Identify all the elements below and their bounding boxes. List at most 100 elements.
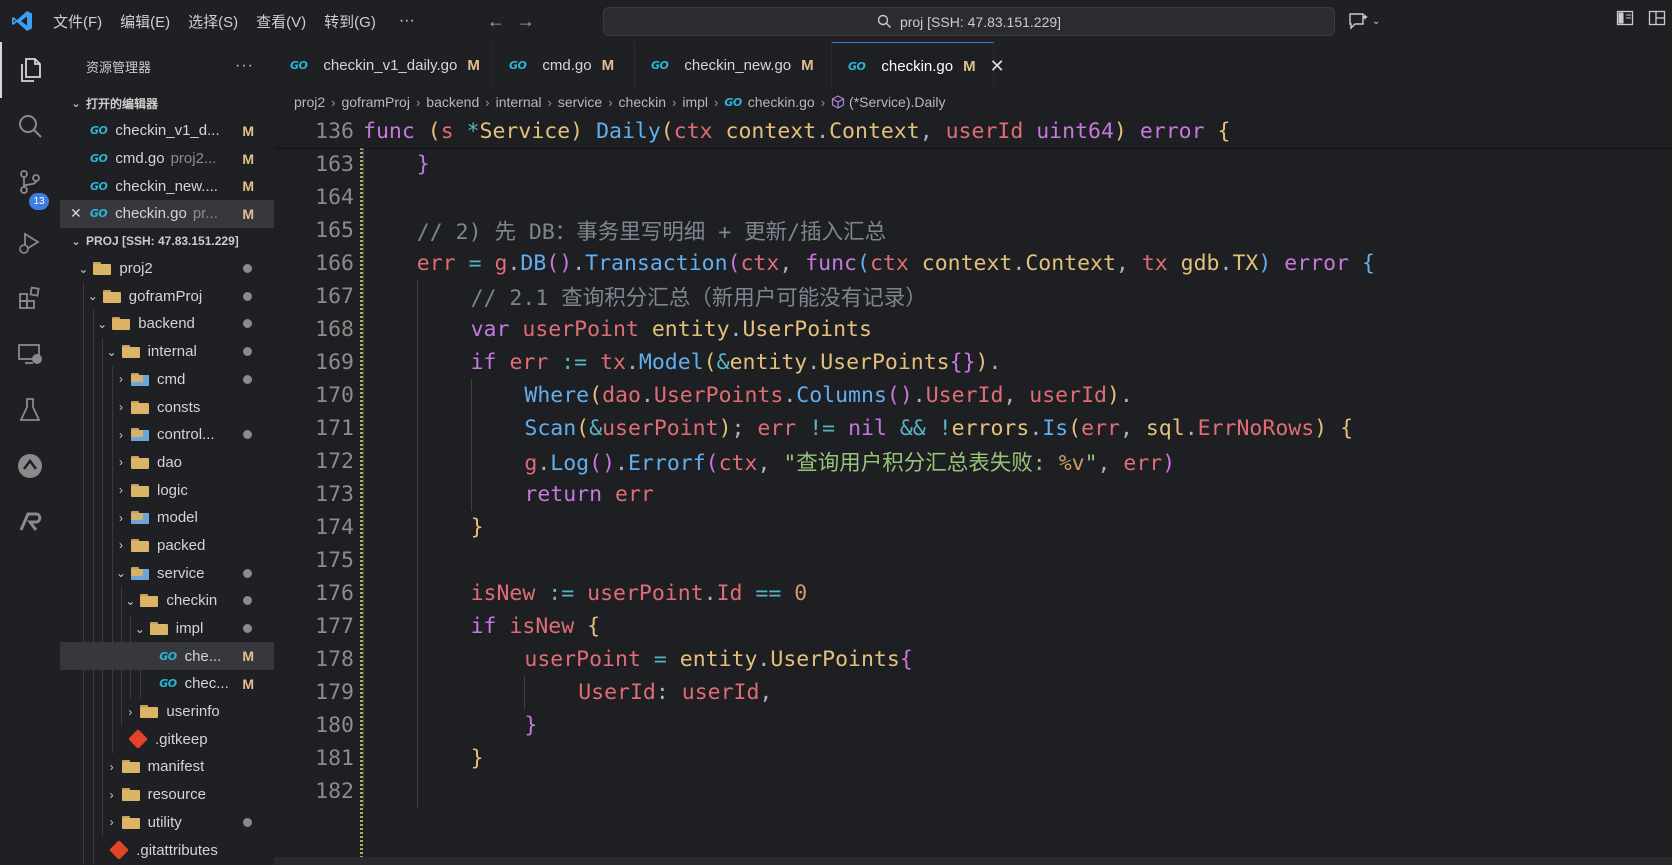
testing-flask-icon[interactable] bbox=[0, 382, 60, 438]
code-token: . bbox=[988, 350, 1002, 375]
tree-item[interactable]: › cmd bbox=[60, 365, 274, 394]
tree-item[interactable]: › dao bbox=[60, 448, 274, 477]
breadcrumb-item[interactable]: backend bbox=[426, 94, 479, 110]
code-token: . bbox=[783, 383, 797, 408]
tab-cmd-go[interactable]: GO cmd.go M bbox=[493, 42, 635, 89]
chevron-right-icon[interactable]: › bbox=[113, 372, 129, 386]
chevron-down-icon[interactable]: ⌄ bbox=[85, 289, 101, 303]
chevron-right-icon[interactable]: › bbox=[122, 705, 138, 719]
go-file-icon: GO bbox=[290, 59, 308, 72]
tree-item[interactable]: GO che... M bbox=[60, 642, 274, 671]
code-line: 172 g.Log().Errorf(ctx, "查询用户积分汇总表失败: %v"… bbox=[274, 445, 1672, 478]
nav-forward-icon[interactable]: → bbox=[511, 0, 541, 42]
chevron-down-icon[interactable]: ⌄ bbox=[113, 566, 129, 580]
folder-icon bbox=[93, 262, 112, 276]
chevron-down-icon[interactable]: ⌄ bbox=[75, 262, 91, 276]
explorer-more-button[interactable]: ··· bbox=[235, 57, 254, 75]
code-token: { bbox=[1340, 416, 1354, 441]
breadcrumb-item[interactable]: checkin bbox=[619, 94, 666, 110]
tree-item[interactable]: GO chec... M bbox=[60, 670, 274, 698]
code-token: ) bbox=[570, 119, 584, 144]
breadcrumb-item[interactable]: internal bbox=[496, 94, 542, 110]
chevron-right-icon[interactable]: › bbox=[113, 483, 129, 497]
tree-item[interactable]: › packed bbox=[60, 531, 274, 560]
tree-item[interactable]: › logic bbox=[60, 476, 274, 504]
tab-checkin-new-go[interactable]: GO checkin_new.go M bbox=[635, 42, 832, 89]
remote-explorer-icon[interactable] bbox=[0, 326, 60, 382]
chevron-down-icon[interactable]: ⌄ bbox=[94, 317, 110, 331]
breadcrumb-item[interactable]: impl bbox=[682, 94, 708, 110]
file-tree: ⌄ proj2 ⌄ goframProj ⌄ backend ⌄ internal › cmd › c… bbox=[60, 255, 274, 864]
chevron-right-icon[interactable]: › bbox=[113, 400, 129, 414]
tab-checkin-v1-daily-go[interactable]: GO checkin_v1_daily.go M bbox=[274, 42, 493, 89]
chevron-right-icon[interactable]: › bbox=[113, 455, 129, 469]
menu-edit[interactable]: 编辑(E) bbox=[111, 0, 179, 42]
copilot-chat-button[interactable]: ⌄ bbox=[1348, 9, 1390, 33]
tree-item[interactable]: › control... bbox=[60, 420, 274, 449]
run-debug-icon[interactable] bbox=[0, 214, 60, 270]
menu-view[interactable]: 查看(V) bbox=[247, 0, 315, 42]
vscode-logo-icon[interactable] bbox=[0, 0, 44, 42]
nav-back-icon[interactable]: ← bbox=[481, 0, 511, 42]
command-center-search[interactable]: proj [SSH: 47.83.151.229] bbox=[603, 7, 1335, 36]
tree-item[interactable]: ⌄ impl bbox=[60, 614, 274, 643]
toggle-sidebar-layout-icon[interactable] bbox=[1616, 9, 1634, 27]
horizontal-scrollbar[interactable] bbox=[274, 857, 1672, 865]
explorer-icon[interactable] bbox=[0, 42, 60, 98]
chevron-right-icon[interactable]: › bbox=[113, 428, 129, 442]
close-icon[interactable]: ✕ bbox=[990, 56, 1005, 77]
tree-item[interactable]: ⌄ internal bbox=[60, 337, 274, 366]
tree-item-label: .gitkeep bbox=[155, 730, 208, 748]
code-editor[interactable]: 136 func (s *Service) Daily(ctx context.C… bbox=[274, 115, 1672, 857]
tree-item[interactable]: › consts bbox=[60, 393, 274, 421]
extensions-icon[interactable] bbox=[0, 270, 60, 326]
breadcrumb-item[interactable]: proj2 bbox=[294, 94, 325, 110]
open-editor-item[interactable]: GO cmd.go proj2... M bbox=[60, 145, 274, 173]
chevron-right-icon[interactable]: › bbox=[104, 760, 120, 774]
menu-go[interactable]: 转到(G) bbox=[315, 0, 385, 42]
search-icon[interactable] bbox=[0, 98, 60, 154]
close-icon[interactable]: ✕ bbox=[70, 205, 82, 222]
open-editor-item[interactable]: GO checkin_new.... M bbox=[60, 172, 274, 200]
code-token: tx bbox=[1141, 251, 1168, 276]
chevron-right-icon[interactable]: › bbox=[113, 511, 129, 525]
tab-label: checkin.go bbox=[881, 57, 954, 75]
workspace-title: PROJ [SSH: 47.83.151.229] bbox=[86, 234, 239, 249]
chevron-down-icon[interactable]: ⌄ bbox=[122, 594, 138, 608]
chevron-right-icon[interactable]: › bbox=[104, 788, 120, 802]
breadcrumb-item[interactable]: goframProj bbox=[341, 94, 409, 110]
tree-item[interactable]: ⌄ backend bbox=[60, 310, 274, 338]
tree-item[interactable]: ⌄ service bbox=[60, 559, 274, 587]
tree-item[interactable]: ⌄ goframProj bbox=[60, 282, 274, 311]
chevron-down-icon[interactable]: ⌄ bbox=[132, 622, 148, 636]
tree-item[interactable]: › model bbox=[60, 503, 274, 532]
chevron-right-icon[interactable]: › bbox=[113, 538, 129, 552]
tree-item[interactable]: .gitattributes bbox=[60, 836, 274, 864]
tree-item[interactable]: ⌄ proj2 bbox=[60, 255, 274, 283]
open-editors-header[interactable]: ⌄ 打开的编辑器 bbox=[60, 90, 274, 117]
tree-item[interactable]: .gitkeep bbox=[60, 725, 274, 754]
code-token: gdb bbox=[1180, 251, 1220, 276]
tree-item[interactable]: › userinfo bbox=[60, 697, 274, 726]
breadcrumb-item[interactable]: checkin.go bbox=[748, 94, 815, 110]
chevron-down-icon[interactable]: ⌄ bbox=[104, 345, 120, 359]
breadcrumb-item[interactable]: (*Service).Daily bbox=[849, 94, 945, 110]
tree-item[interactable]: › resource bbox=[60, 780, 274, 809]
tree-item[interactable]: ⌄ checkin bbox=[60, 587, 274, 615]
workspace-header[interactable]: ⌄ PROJ [SSH: 47.83.151.229] bbox=[60, 228, 274, 255]
customize-layout-icon[interactable] bbox=[1648, 9, 1666, 27]
gitlens-icon[interactable] bbox=[0, 438, 60, 494]
tree-item[interactable]: › manifest bbox=[60, 753, 274, 781]
tab-checkin-go[interactable]: GO checkin.go M ✕ bbox=[832, 42, 1005, 89]
open-editor-item[interactable]: ✕ GO checkin.go pr... M bbox=[60, 200, 274, 228]
menu-selection[interactable]: 选择(S) bbox=[179, 0, 247, 42]
open-editor-item[interactable]: GO checkin_v1_d... M bbox=[60, 117, 274, 145]
breadcrumb-item[interactable]: service bbox=[558, 94, 602, 110]
menu-file[interactable]: 文件(F) bbox=[44, 0, 111, 42]
tree-item[interactable]: › utility bbox=[60, 808, 274, 837]
extension-r-icon[interactable] bbox=[0, 494, 60, 550]
menu-more-button[interactable]: ··· bbox=[385, 12, 429, 30]
chevron-right-icon[interactable]: › bbox=[104, 815, 120, 829]
